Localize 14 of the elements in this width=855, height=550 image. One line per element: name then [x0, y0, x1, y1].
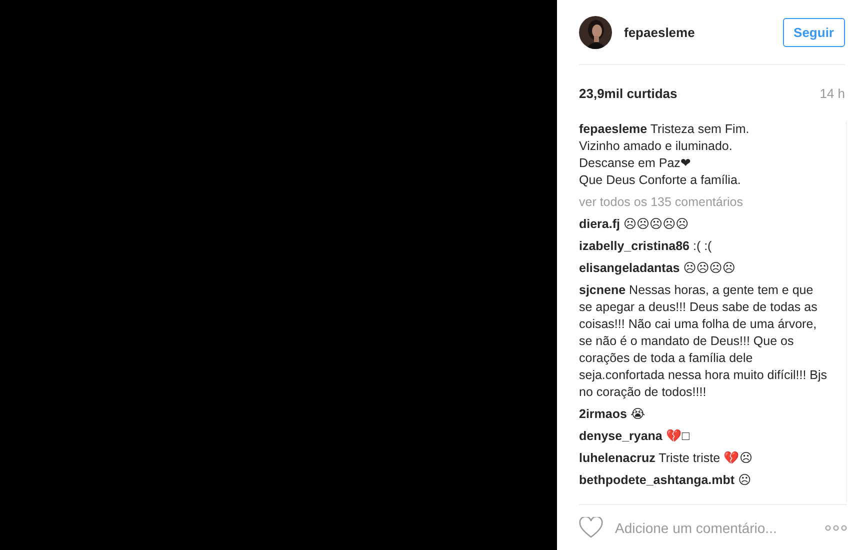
comment: elisangeladantas ☹☹☹☹	[579, 260, 736, 278]
likes-count[interactable]: 23,9mil curtidas	[579, 86, 678, 101]
comment: 2irmaos 😭	[579, 406, 646, 424]
comment: bethpodete_ashtanga.mbt ☹	[579, 472, 752, 490]
caption: fepaesleme Tristeza sem Fim. Vizinho amado e iluminado. Descanse em Paz❤ Que Deus Conforte a família.	[579, 121, 750, 190]
heart-icon[interactable]	[579, 516, 603, 539]
post-time: 14 h	[820, 86, 845, 101]
comment: denyse_ryana 💔□	[579, 428, 690, 446]
comment: luhelenacruz Triste triste 💔☹	[579, 450, 754, 468]
comment: sjcnene Nessas horas, a gente tem e que se apegar a deus!!! Deus sabe de todas as coisas!!! Não cai uma folha de uma árvore, se não é o mandato de Deus!!! Que os corações de toda a família dele seja.confortada nessa hora muito difícil!!! Bjs no coração de todos!!!!	[579, 282, 828, 402]
username[interactable]: fepaesleme	[624, 24, 771, 40]
comment: diera.fj ☹☹☹☹☹	[579, 216, 690, 234]
comment: izabelly_cristina86 :( :(	[579, 238, 713, 256]
more-options-icon[interactable]	[825, 524, 847, 531]
